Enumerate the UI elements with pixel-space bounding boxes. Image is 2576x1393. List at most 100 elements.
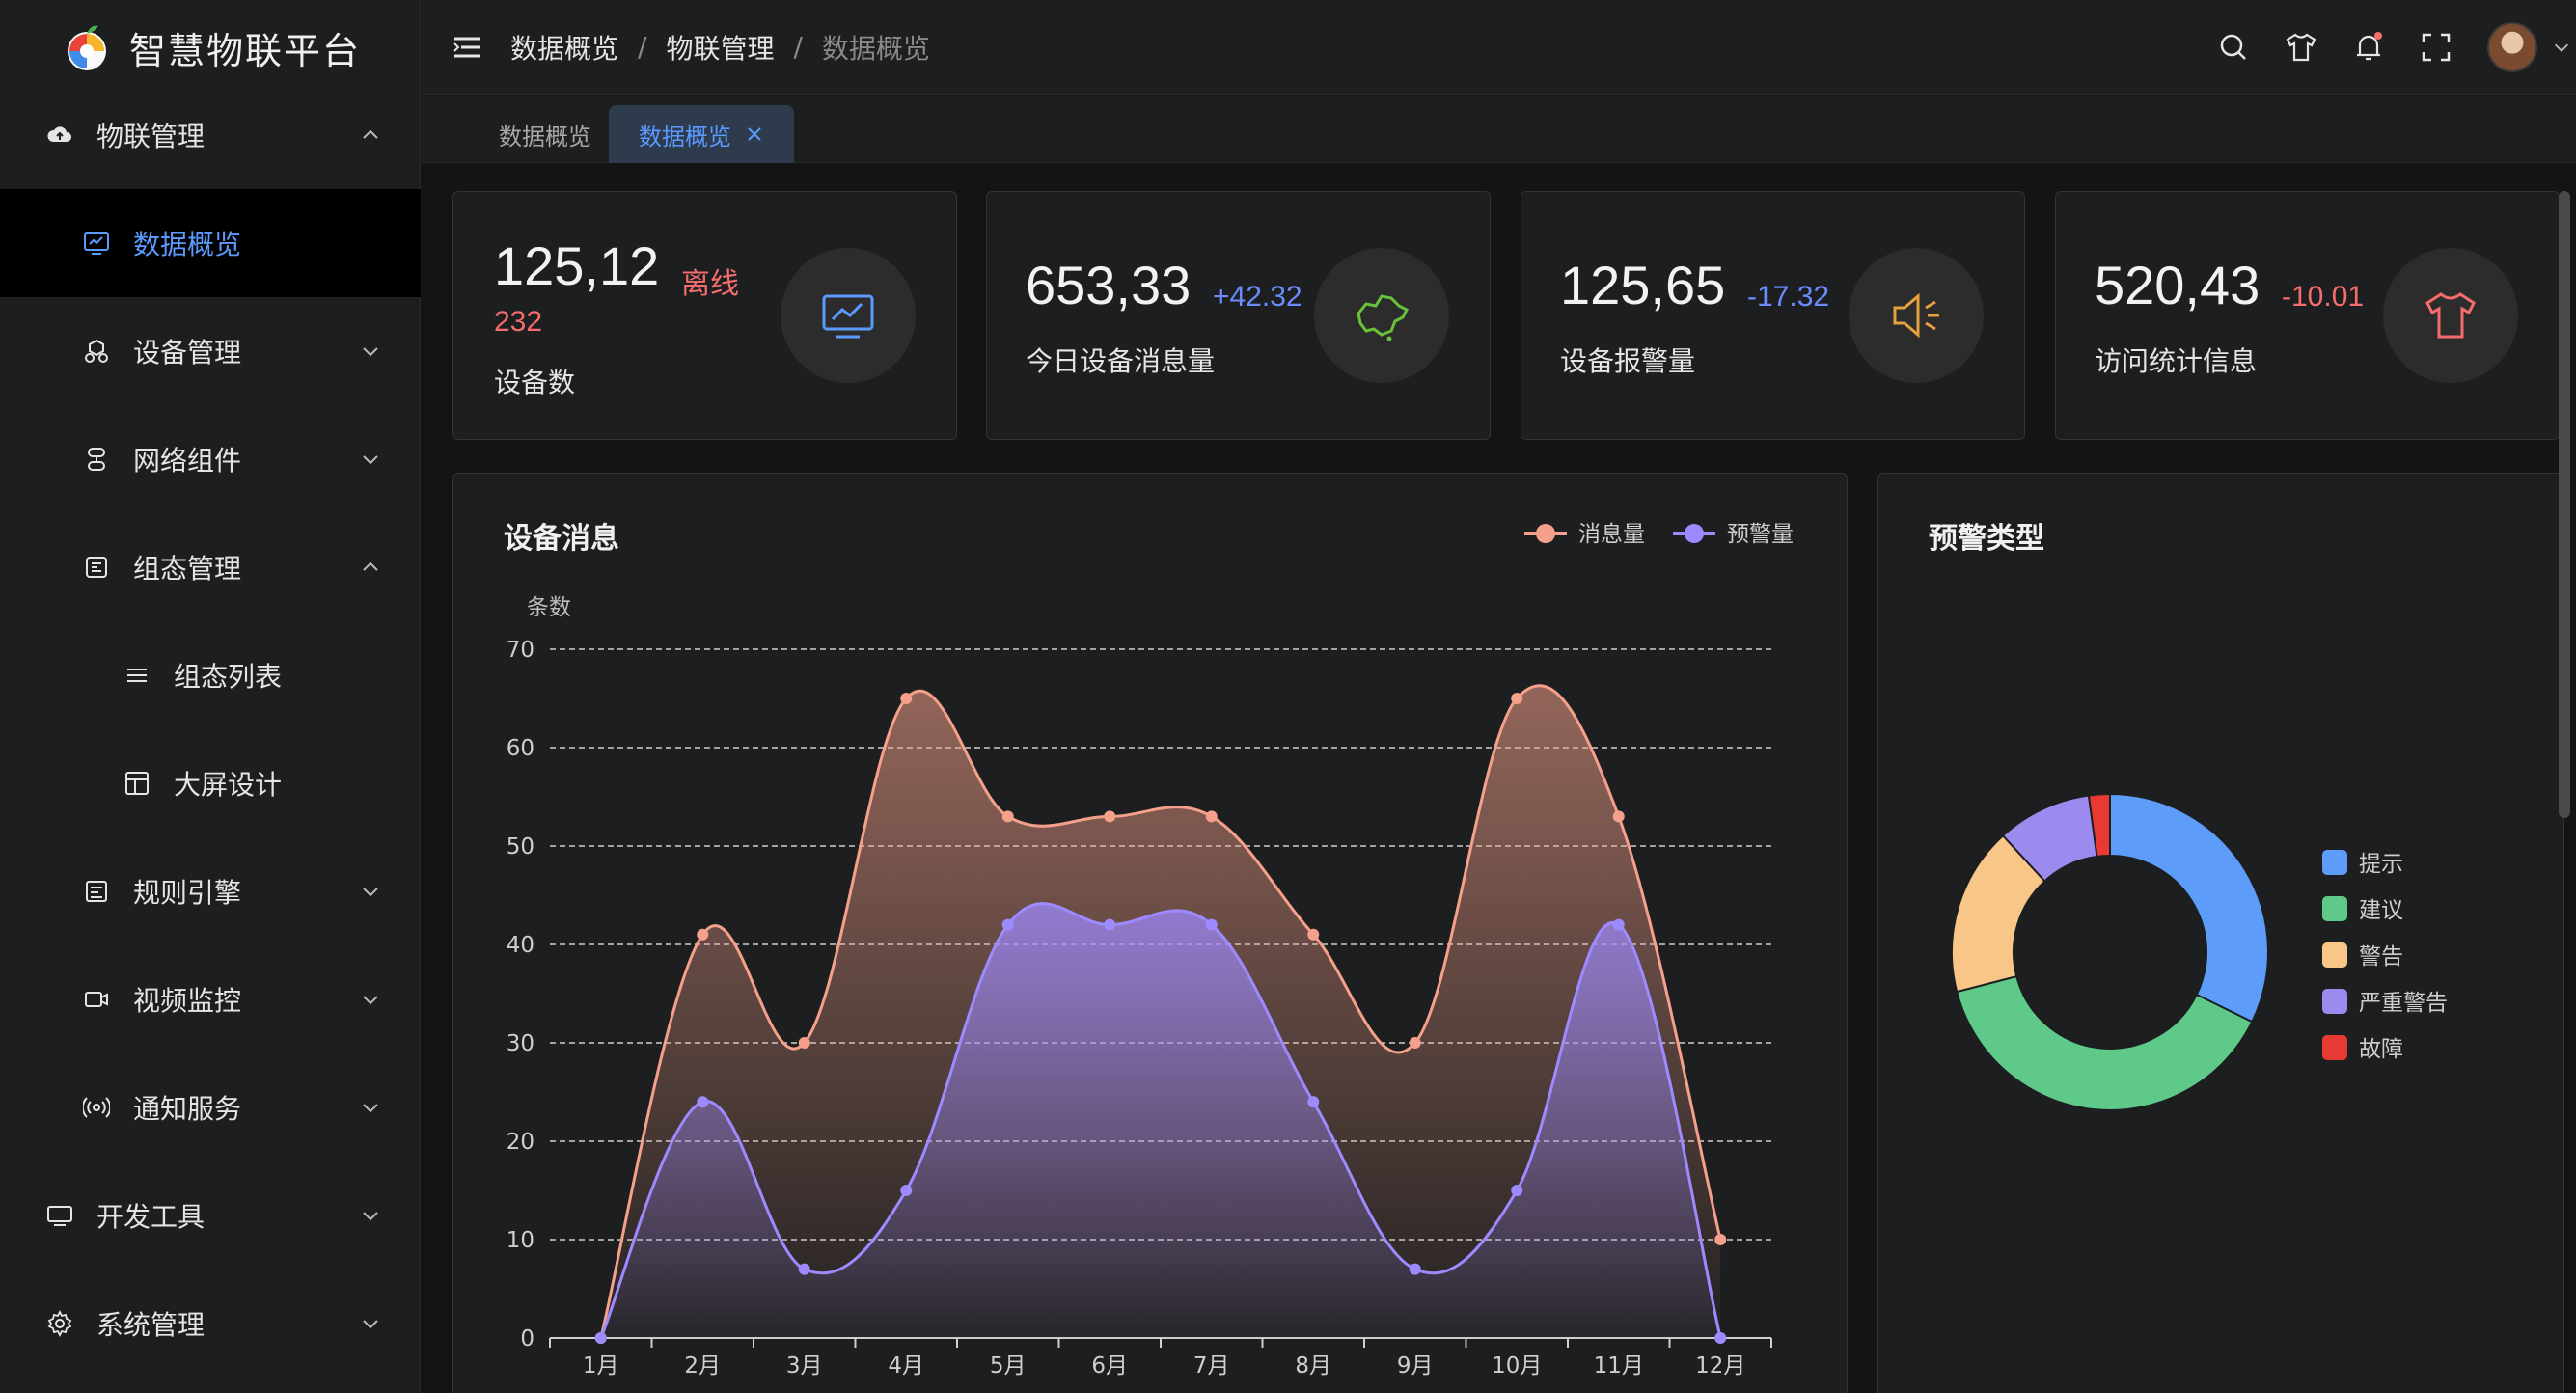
apple-logo-icon (68, 25, 106, 70)
y-tick-label: 0 (520, 1326, 534, 1352)
data-point[interactable] (1205, 918, 1218, 931)
china-map-icon (1357, 294, 1410, 341)
y-tick-label: 60 (507, 736, 534, 761)
legend-label[interactable]: 建议 (2359, 898, 2403, 923)
data-point[interactable] (697, 1096, 709, 1108)
legend-label[interactable]: 预警量 (1727, 522, 1794, 547)
data-point[interactable] (1104, 918, 1116, 931)
data-point[interactable] (1612, 810, 1625, 823)
chevron-down-icon[interactable] (2551, 37, 2572, 58)
avatar[interactable] (2487, 22, 2537, 72)
sidebar-item-system-management[interactable]: 系统管理 (0, 1270, 421, 1378)
data-point[interactable] (697, 928, 709, 941)
rule-engine-icon (86, 881, 107, 902)
legend-swatch[interactable] (2322, 1035, 2347, 1060)
stat-card-devices: 125,12 离线 232 设备数 (452, 191, 957, 440)
chevron-down-icon (363, 347, 378, 357)
y-axis-label: 条数 (527, 595, 571, 620)
y-tick-label: 50 (507, 834, 534, 860)
x-tick-label: 12月 (1695, 1353, 1745, 1379)
tab-data-overview-active[interactable]: 数据概览 (609, 105, 794, 163)
data-point[interactable] (594, 1332, 607, 1344)
sidebar-item-notification[interactable]: 通知服务 (0, 1053, 421, 1161)
data-point[interactable] (1001, 810, 1014, 823)
menu-toggle-icon[interactable] (451, 31, 483, 64)
legend-marker-dot[interactable] (1536, 524, 1555, 543)
data-point[interactable] (798, 1263, 810, 1275)
fullscreen-icon[interactable] (2420, 31, 2453, 64)
devices-icon (85, 339, 108, 363)
stat-icon-circle (781, 248, 916, 383)
stat-value: 125,12 (494, 235, 660, 296)
y-tick-label: 10 (507, 1228, 534, 1253)
stat-delta: -10.01 (2282, 281, 2365, 313)
sidebar-item-video-monitor[interactable]: 视频监控 (0, 945, 421, 1053)
scrollbar[interactable] (2559, 191, 2570, 818)
monitor-chart-icon (822, 294, 874, 339)
legend-label[interactable]: 警告 (2359, 944, 2403, 970)
data-point[interactable] (1409, 1037, 1421, 1049)
chevron-down-icon (363, 888, 378, 897)
sidebar-item-dev-tools[interactable]: 开发工具 (0, 1161, 421, 1270)
legend-label[interactable]: 消息量 (1578, 522, 1645, 547)
pie-slice-提示[interactable] (2109, 792, 2269, 1024)
tabs-bar: 数据概览 数据概览 (422, 96, 2576, 163)
sidebar-item-data-overview[interactable]: 数据概览 (0, 189, 421, 297)
data-point[interactable] (900, 693, 913, 704)
stat-icon-circle (2383, 248, 2518, 383)
stat-card-visits: 520,43 -10.01 访问统计信息 (2055, 191, 2560, 440)
legend-marker-dot[interactable] (1685, 524, 1704, 543)
stat-icon-circle (1849, 248, 1984, 383)
stat-icon-circle (1314, 248, 1449, 383)
sidebar-item-device-management[interactable]: 设备管理 (0, 297, 421, 405)
data-point[interactable] (1104, 810, 1116, 823)
network-icon (88, 448, 105, 471)
data-point[interactable] (1205, 810, 1218, 823)
close-icon[interactable] (745, 124, 764, 144)
shirt-icon (2425, 292, 2476, 339)
legend-label[interactable]: 故障 (2359, 1037, 2403, 1062)
data-point[interactable] (1001, 918, 1014, 931)
warning-type-chart: 提示建议警告严重警告故障 (1951, 792, 2448, 1111)
sidebar-item-label: 视频监控 (133, 985, 242, 1017)
legend-swatch[interactable] (2322, 942, 2347, 968)
data-point[interactable] (1714, 1234, 1727, 1245)
data-point[interactable] (798, 1037, 810, 1049)
breadcrumb-item[interactable]: 数据概览 (510, 28, 618, 67)
data-point[interactable] (1511, 1185, 1523, 1196)
bell-icon[interactable] (2352, 31, 2385, 64)
sidebar-item-network[interactable]: 网络组件 (0, 405, 421, 513)
legend-label[interactable]: 严重警告 (2359, 991, 2448, 1016)
sidebar-item-config-list[interactable]: 组态列表 (0, 621, 421, 729)
app-title: 智慧物联平台 (129, 29, 362, 72)
y-tick-label: 70 (507, 638, 534, 663)
data-point[interactable] (1307, 928, 1320, 941)
data-point[interactable] (1511, 693, 1523, 704)
cloud-icon (47, 126, 71, 142)
sidebar-item-rule-engine[interactable]: 规则引擎 (0, 837, 421, 945)
sidebar-item-screen-design[interactable]: 大屏设计 (0, 729, 421, 837)
legend-label[interactable]: 提示 (2359, 852, 2403, 877)
device-message-chart: 条数 0 10 20 30 40 50 60 70 1月 2月 3月 4月 5月 6月 7月 8月 9月 10月 11… (507, 522, 1794, 1379)
legend-swatch[interactable] (2322, 989, 2347, 1014)
data-point[interactable] (1409, 1263, 1421, 1275)
data-point[interactable] (1307, 1096, 1320, 1108)
legend-swatch[interactable] (2322, 850, 2347, 875)
breadcrumb-item[interactable]: 物联管理 (666, 28, 774, 67)
x-tick-label: 9月 (1397, 1353, 1434, 1379)
stat-delta: -17.32 (1747, 281, 1830, 313)
sidebar-item-label: 组态管理 (133, 553, 242, 585)
stat-delta-secondary: 232 (494, 306, 543, 338)
legend-swatch[interactable] (2322, 896, 2347, 921)
data-point[interactable] (1714, 1332, 1727, 1344)
data-point[interactable] (900, 1185, 913, 1196)
x-tick-label: 10月 (1492, 1353, 1542, 1379)
data-point[interactable] (1612, 918, 1625, 931)
chevron-up-icon (363, 561, 378, 571)
shirt-icon[interactable] (2285, 31, 2317, 64)
tab-data-overview[interactable]: 数据概览 (460, 105, 630, 163)
sidebar-item-iot[interactable]: 物联管理 (0, 81, 421, 189)
search-icon[interactable] (2217, 31, 2250, 64)
sidebar-item-config-management[interactable]: 组态管理 (0, 513, 421, 621)
device-message-panel: 设备消息 条数 0 10 20 30 40 50 60 70 1月 2月 3月 4月 5月 6月 7月 8月 9月… (452, 473, 1848, 1393)
